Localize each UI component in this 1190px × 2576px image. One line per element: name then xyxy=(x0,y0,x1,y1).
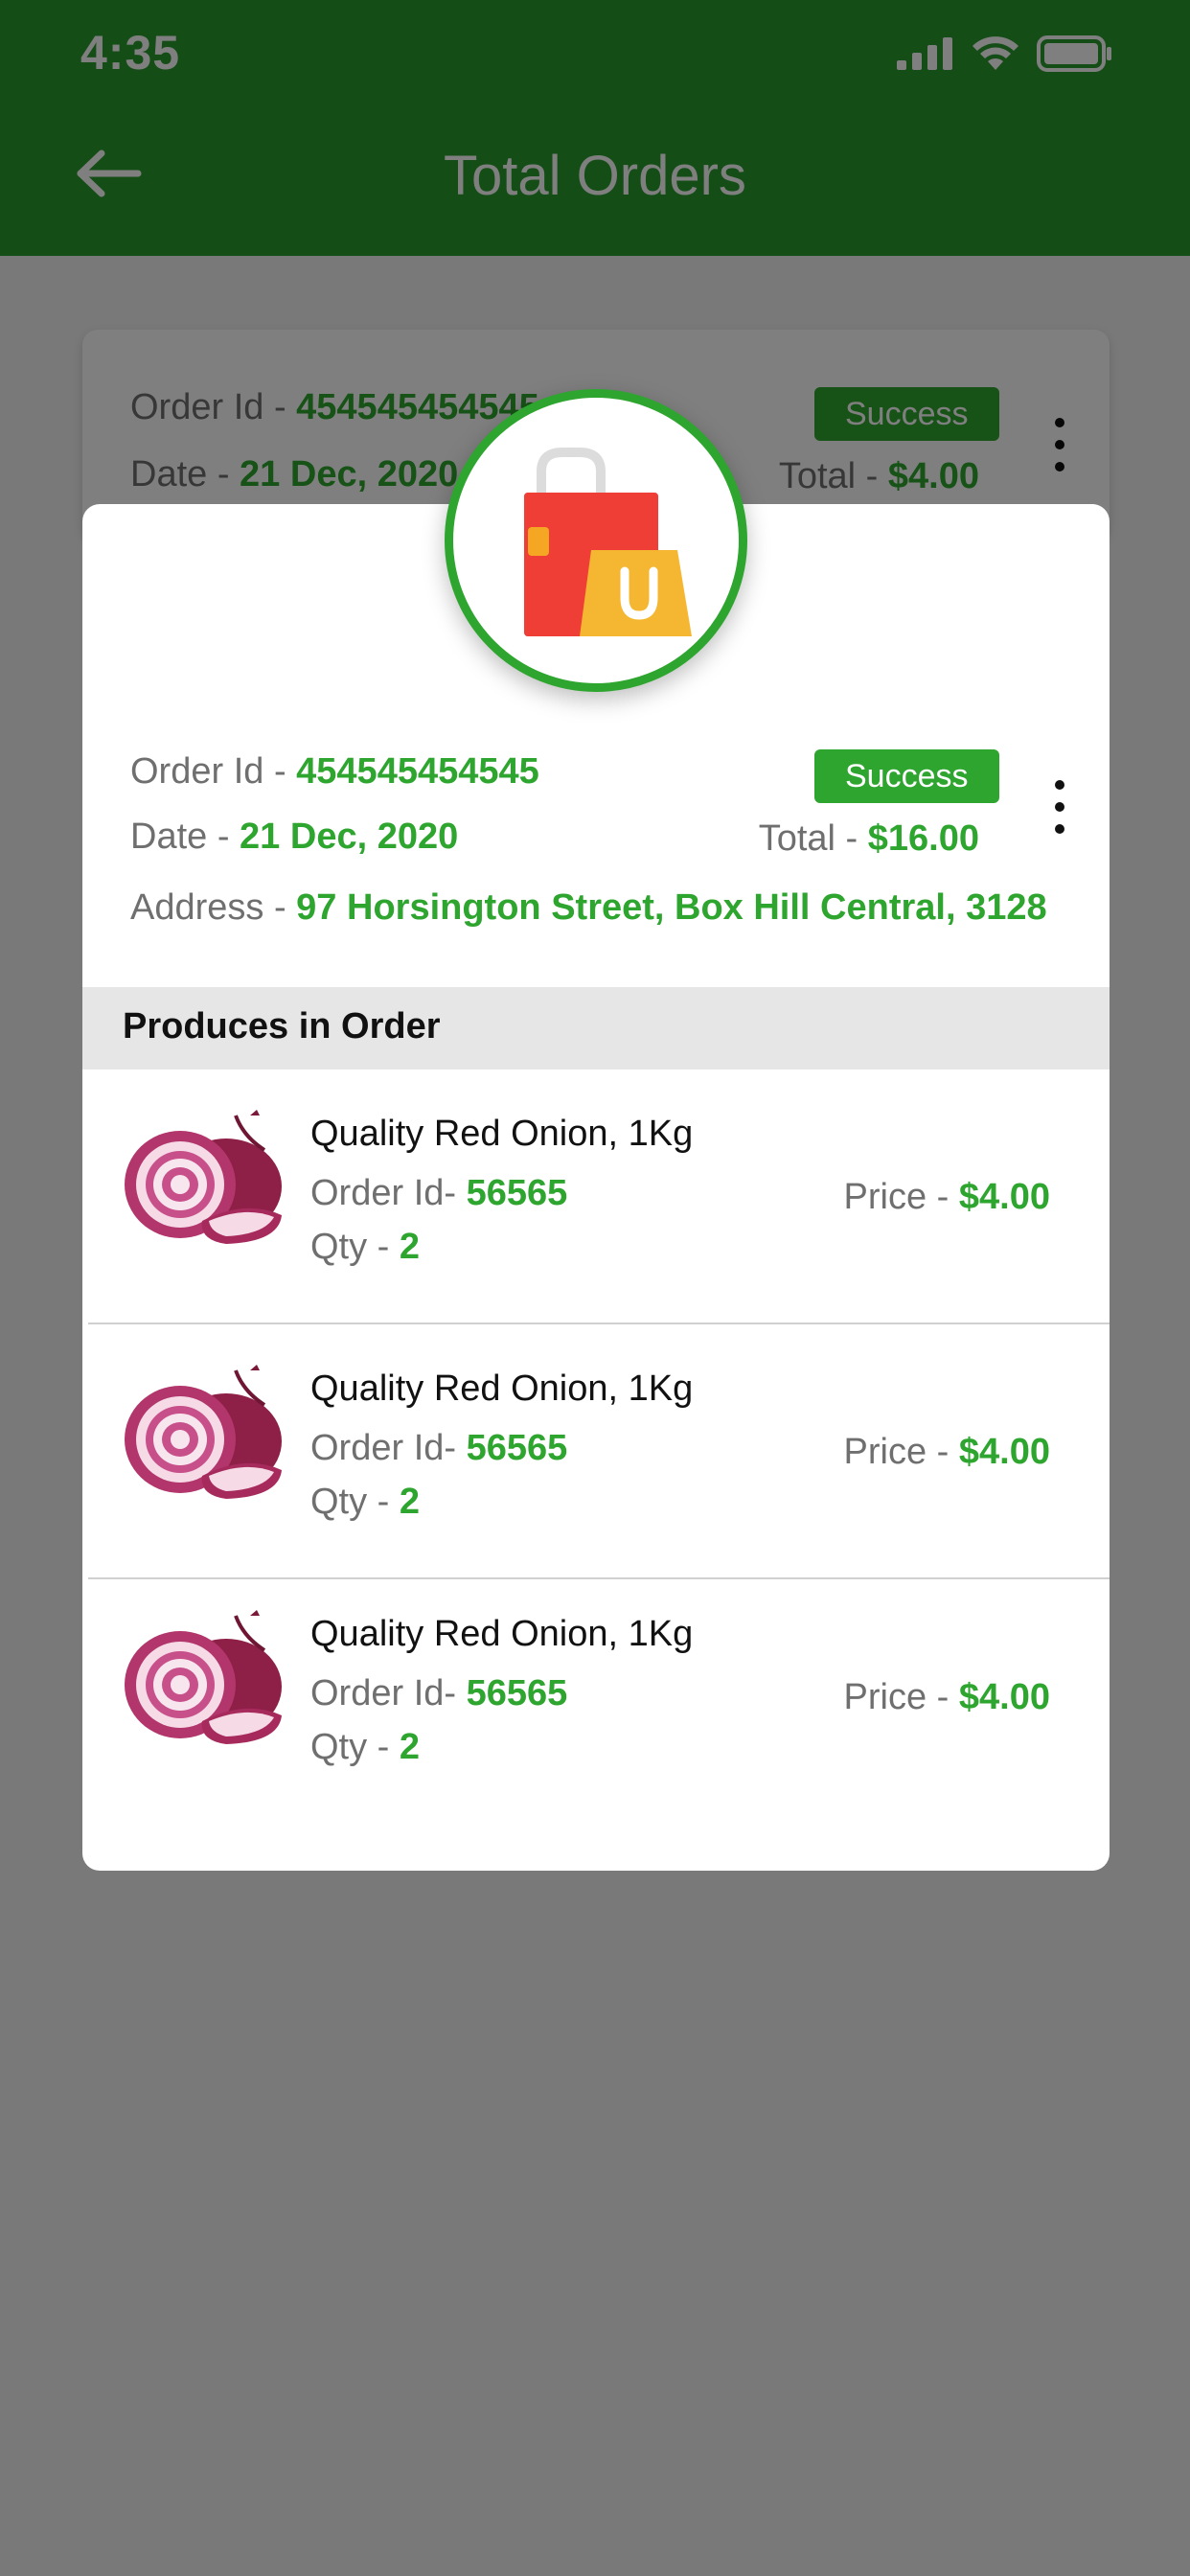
modal-address-row: Address - 97 Horsington Street, Box Hill… xyxy=(130,887,1047,929)
order-detail-modal: Order Id - 454545454545 Success Date - 2… xyxy=(82,504,1110,1871)
red-onion-image xyxy=(125,1365,282,1499)
item-price-row: Price - $4.00 xyxy=(844,1432,1050,1473)
item-order-id-row: Order Id- 56565 xyxy=(310,1428,567,1469)
modal-total-label: Total - xyxy=(758,818,868,859)
item-qty-label: Qty - xyxy=(310,1227,400,1267)
modal-total-row: Total - $16.00 xyxy=(759,818,979,860)
item-name: Quality Red Onion, 1Kg xyxy=(310,1114,694,1154)
item-order-id-label: Order Id- xyxy=(310,1673,467,1714)
modal-order-id-value: 454545454545 xyxy=(296,751,539,792)
item-price-label: Price - xyxy=(843,1677,959,1717)
item-qty-value: 2 xyxy=(399,1727,421,1767)
item-qty-value: 2 xyxy=(399,1227,421,1267)
item-qty-label: Qty - xyxy=(310,1482,400,1522)
modal-address-label: Address - xyxy=(130,887,297,928)
item-order-id-value: 56565 xyxy=(466,1673,568,1714)
item-price-label: Price - xyxy=(843,1432,959,1472)
produces-section-header: Produces in Order xyxy=(82,987,1110,1070)
item-name: Quality Red Onion, 1Kg xyxy=(310,1614,694,1654)
item-price-row: Price - $4.00 xyxy=(844,1177,1050,1218)
item-order-id-row: Order Id- 56565 xyxy=(310,1673,567,1714)
modal-order-id-label: Order Id - xyxy=(130,751,297,792)
item-qty-row: Qty - 2 xyxy=(310,1227,420,1268)
item-qty-value: 2 xyxy=(399,1482,421,1522)
modal-status-badge: Success xyxy=(814,749,999,803)
modal-total-value: $16.00 xyxy=(867,818,979,859)
shopping-bags-icon xyxy=(524,448,692,636)
item-order-id-row: Order Id- 56565 xyxy=(310,1173,567,1214)
section-title: Produces in Order xyxy=(123,1006,441,1046)
item-order-id-value: 56565 xyxy=(466,1428,568,1468)
app-screen: 4:35 Total Orders xyxy=(0,0,1190,2576)
order-item[interactable]: Quality Red Onion, 1Kg Order Id- 56565 Q… xyxy=(82,1570,1110,1825)
order-item[interactable]: Quality Red Onion, 1Kg Order Id- 56565 Q… xyxy=(82,1070,1110,1324)
red-onion-image xyxy=(125,1610,282,1744)
item-order-id-label: Order Id- xyxy=(310,1428,467,1468)
item-order-id-label: Order Id- xyxy=(310,1173,467,1213)
order-item[interactable]: Quality Red Onion, 1Kg Order Id- 56565 Q… xyxy=(82,1324,1110,1579)
item-qty-label: Qty - xyxy=(310,1727,400,1767)
modal-date-row: Date - 21 Dec, 2020 xyxy=(130,816,458,858)
modal-address-value: 97 Horsington Street, Box Hill Central, … xyxy=(296,887,1047,928)
item-price-value: $4.00 xyxy=(958,1177,1050,1217)
item-price-value: $4.00 xyxy=(958,1432,1050,1472)
modal-date-value: 21 Dec, 2020 xyxy=(240,816,459,857)
shopping-bags-icon-badge xyxy=(445,389,747,692)
item-name: Quality Red Onion, 1Kg xyxy=(310,1368,694,1409)
item-price-row: Price - $4.00 xyxy=(844,1677,1050,1718)
red-onion-image xyxy=(125,1110,282,1244)
item-price-label: Price - xyxy=(843,1177,959,1217)
modal-more-options-icon[interactable] xyxy=(1050,780,1069,834)
item-qty-row: Qty - 2 xyxy=(310,1727,420,1768)
modal-date-label: Date - xyxy=(130,816,240,857)
modal-order-id-row: Order Id - 454545454545 xyxy=(130,751,539,793)
item-qty-row: Qty - 2 xyxy=(310,1482,420,1523)
item-order-id-value: 56565 xyxy=(466,1173,568,1213)
item-price-value: $4.00 xyxy=(958,1677,1050,1717)
